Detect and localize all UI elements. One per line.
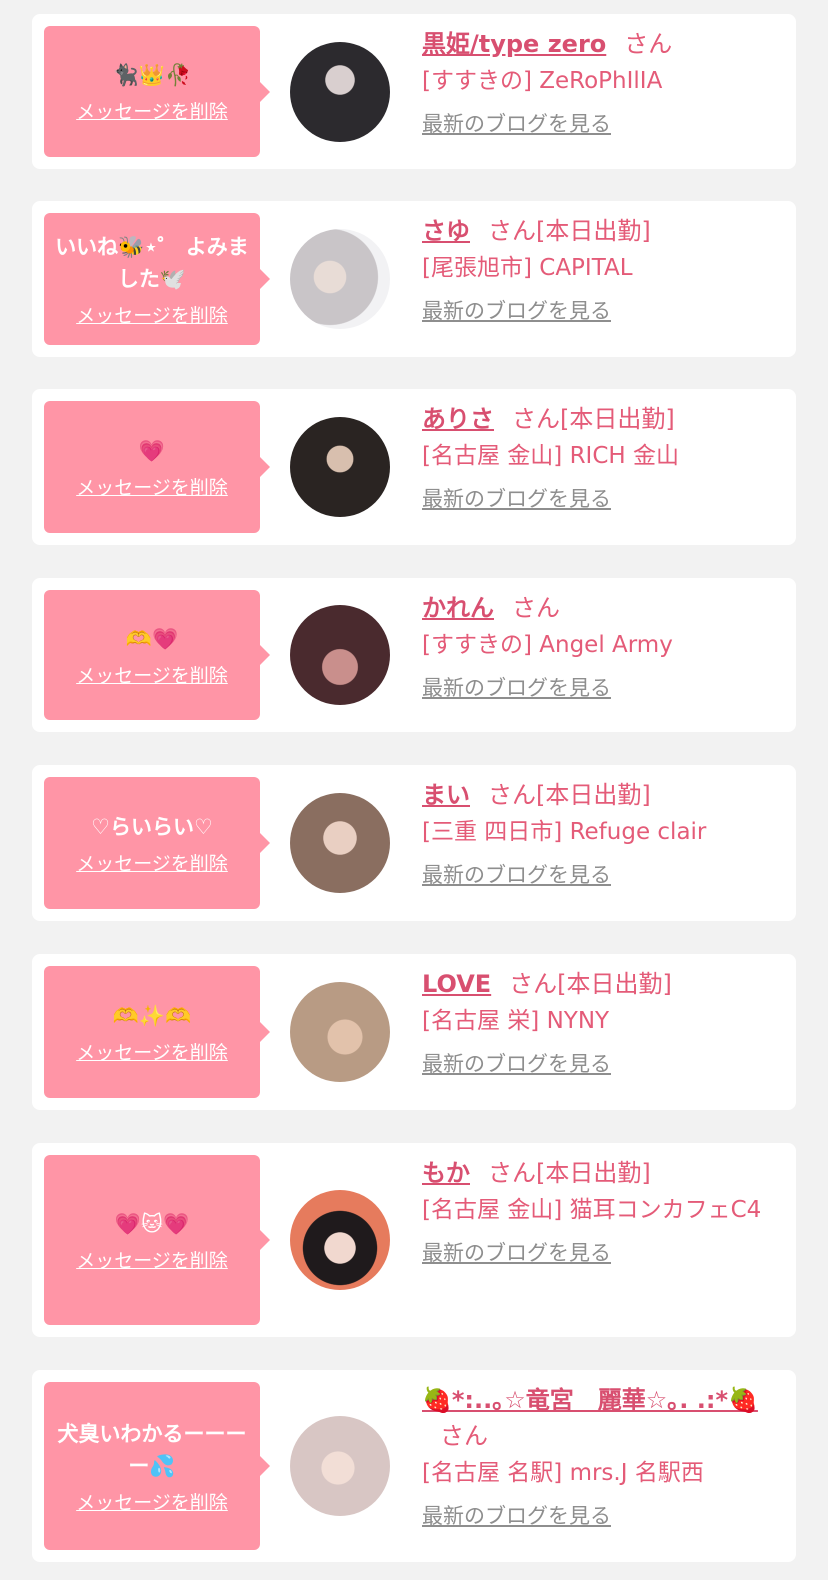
avatar[interactable] (290, 605, 390, 705)
shop-label: [尾張旭市] CAPITAL (422, 255, 633, 281)
message-bubble: ♡らいらい♡ メッセージを削除 (44, 777, 270, 909)
avatar[interactable] (290, 793, 390, 893)
message-card: 犬臭いわかるーーーー💦 メッセージを削除 🍓*:..｡☆竜宮 麗華☆｡. .:*… (32, 1370, 796, 1562)
honorific: さん (509, 970, 558, 998)
message-text: 🐈‍⬛👑🥀 (112, 63, 192, 87)
avatar[interactable] (290, 982, 390, 1082)
profile-name-link[interactable]: さゆ (422, 217, 470, 245)
latest-blog-link[interactable]: 最新のブログを見る (422, 108, 611, 138)
work-status: [本日出勤] (560, 405, 675, 433)
delete-message-link[interactable]: メッセージを削除 (76, 1038, 228, 1065)
message-card: 🫶💗 メッセージを削除 かれん さん [すすきの] Angel Army 最新のブ… (32, 578, 796, 732)
delete-message-link[interactable]: メッセージを削除 (76, 1488, 228, 1515)
message-text: 犬臭いわかるーーーー💦 (57, 1421, 247, 1478)
message-card: 💗 メッセージを削除 ありさ さん[本日出勤] [名古屋 金山] RICH 金山 … (32, 389, 796, 545)
profile-info: LOVE さん[本日出勤] [名古屋 栄] NYNY 最新のブログを見る (422, 966, 766, 1078)
shop-label: [三重 四日市] Refuge clair (422, 819, 707, 845)
message-bubble: 💗🐱💗 メッセージを削除 (44, 1155, 270, 1325)
honorific: さん (624, 30, 673, 58)
latest-blog-link[interactable]: 最新のブログを見る (422, 1237, 611, 1267)
shop-label: [名古屋 金山] 猫耳コンカフェC4 (422, 1197, 762, 1223)
avatar[interactable] (290, 417, 390, 517)
profile-info: まい さん[本日出勤] [三重 四日市] Refuge clair 最新のブログを… (422, 777, 766, 889)
avatar[interactable] (290, 1190, 390, 1290)
message-bubble: 💗 メッセージを削除 (44, 401, 270, 533)
honorific: さん (512, 594, 560, 622)
honorific: さん (440, 1422, 488, 1450)
shop-label: [すすきの] Angel Army (422, 632, 673, 658)
delete-message-link[interactable]: メッセージを削除 (76, 97, 228, 124)
message-card: いいね🐝⋆゜ よみました🕊️ メッセージを削除 さゆ さん[本日出勤] [尾張旭市… (32, 201, 796, 357)
message-card: 🐈‍⬛👑🥀 メッセージを削除 黒姫/type zero さん [すすきの] ZeR… (32, 14, 796, 169)
work-status: [本日出勤] (557, 970, 672, 998)
profile-info: さゆ さん[本日出勤] [尾張旭市] CAPITAL 最新のブログを見る (422, 213, 766, 325)
message-text: ♡らいらい♡ (91, 814, 213, 839)
work-status: [本日出勤] (536, 1159, 651, 1187)
latest-blog-link[interactable]: 最新のブログを見る (422, 1048, 611, 1078)
shop-label: [名古屋 栄] NYNY (422, 1008, 610, 1034)
profile-info: 黒姫/type zero さん [すすきの] ZeRoPhIlIA 最新のブログを… (422, 26, 766, 138)
avatar[interactable] (290, 229, 390, 329)
delete-message-link[interactable]: メッセージを削除 (76, 849, 228, 876)
latest-blog-link[interactable]: 最新のブログを見る (422, 295, 611, 325)
profile-info: ありさ さん[本日出勤] [名古屋 金山] RICH 金山 最新のブログを見る (422, 401, 766, 513)
message-text: 🫶✨🫶 (112, 1003, 192, 1028)
work-status: [本日出勤] (536, 781, 651, 809)
shop-label: [すすきの] ZeRoPhIlIA (422, 68, 663, 94)
profile-name-link[interactable]: LOVE (422, 970, 491, 998)
latest-blog-link[interactable]: 最新のブログを見る (422, 483, 611, 513)
profile-name-link[interactable]: 🍓*:..｡☆竜宮 麗華☆｡. .:*🍓 (422, 1386, 758, 1414)
delete-message-link[interactable]: メッセージを削除 (76, 1246, 228, 1273)
profile-info: 🍓*:..｡☆竜宮 麗華☆｡. .:*🍓 さん [名古屋 名駅] mrs.J 名駅… (422, 1382, 766, 1530)
delete-message-link[interactable]: メッセージを削除 (76, 473, 228, 500)
message-card: 💗🐱💗 メッセージを削除 もか さん[本日出勤] [名古屋 金山] 猫耳コンカフェ… (32, 1143, 796, 1337)
message-text: 💗🐱💗 (114, 1211, 190, 1236)
honorific: さん (488, 217, 536, 245)
message-bubble: 🫶✨🫶 メッセージを削除 (44, 966, 270, 1098)
message-text: 🫶💗 (125, 626, 179, 651)
profile-name-link[interactable]: もか (422, 1159, 470, 1187)
avatar[interactable] (290, 42, 390, 142)
message-card: ♡らいらい♡ メッセージを削除 まい さん[本日出勤] [三重 四日市] Refu… (32, 765, 796, 921)
latest-blog-link[interactable]: 最新のブログを見る (422, 859, 611, 889)
profile-name-link[interactable]: ありさ (422, 405, 494, 433)
avatar[interactable] (290, 1416, 390, 1516)
shop-label: [名古屋 金山] RICH 金山 (422, 443, 679, 469)
message-text: 💗 (138, 438, 166, 463)
message-bubble: 犬臭いわかるーーーー💦 メッセージを削除 (44, 1382, 270, 1550)
delete-message-link[interactable]: メッセージを削除 (76, 661, 228, 688)
message-bubble: いいね🐝⋆゜ よみました🕊️ メッセージを削除 (44, 213, 270, 345)
profile-info: かれん さん [すすきの] Angel Army 最新のブログを見る (422, 590, 766, 702)
latest-blog-link[interactable]: 最新のブログを見る (422, 672, 611, 702)
profile-name-link[interactable]: 黒姫/type zero (422, 30, 606, 58)
delete-message-link[interactable]: メッセージを削除 (76, 301, 228, 328)
profile-name-link[interactable]: かれん (422, 594, 494, 622)
profile-name-link[interactable]: まい (422, 781, 470, 809)
honorific: さん (488, 1159, 536, 1187)
profile-info: もか さん[本日出勤] [名古屋 金山] 猫耳コンカフェC4 最新のブログを見る (422, 1155, 766, 1267)
work-status: [本日出勤] (536, 217, 651, 245)
message-bubble: 🫶💗 メッセージを削除 (44, 590, 270, 720)
shop-label: [名古屋 名駅] mrs.J 名駅西 (422, 1460, 704, 1486)
honorific: さん (488, 781, 536, 809)
message-text: いいね🐝⋆゜ よみました🕊️ (55, 234, 249, 291)
honorific: さん (512, 405, 560, 433)
message-card: 🫶✨🫶 メッセージを削除 LOVE さん[本日出勤] [名古屋 栄] NYNY 最… (32, 954, 796, 1110)
message-bubble: 🐈‍⬛👑🥀 メッセージを削除 (44, 26, 270, 157)
latest-blog-link[interactable]: 最新のブログを見る (422, 1500, 611, 1530)
